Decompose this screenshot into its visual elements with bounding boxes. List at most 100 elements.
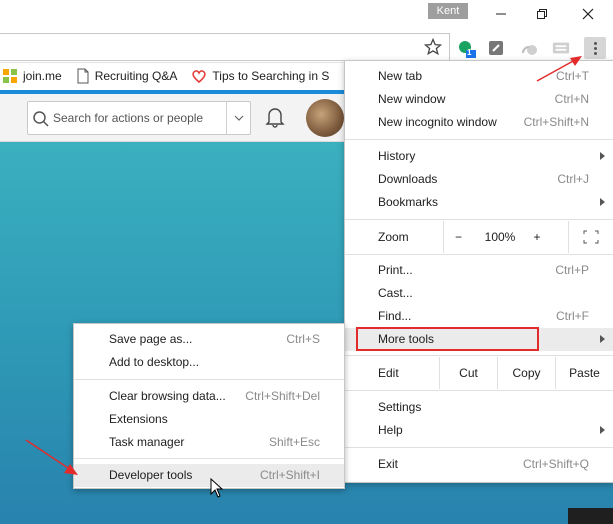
menu-label: Bookmarks — [378, 195, 439, 209]
menu-label: History — [378, 149, 416, 163]
taskbar-corner — [568, 508, 613, 524]
copy-button[interactable]: Copy — [497, 357, 555, 389]
bookmark-star-icon[interactable] — [424, 38, 442, 56]
bell-icon[interactable] — [265, 106, 285, 128]
minimize-icon — [496, 13, 506, 15]
menu-separator — [345, 355, 613, 356]
bookmark-recruiting[interactable]: Recruiting Q&A — [76, 68, 178, 84]
menu-history[interactable]: History — [345, 145, 613, 168]
zoom-out-button[interactable]: − — [443, 221, 473, 253]
submenu-arrow-icon — [600, 198, 605, 206]
extension-green-dot[interactable]: 1 — [457, 39, 476, 58]
menu-shortcut: Ctrl+F — [556, 309, 589, 323]
menu-separator — [345, 390, 613, 391]
submenu-arrow-icon — [600, 152, 605, 160]
menu-label: Save page as... — [109, 332, 193, 346]
menu-exit[interactable]: Exit Ctrl+Shift+Q — [345, 453, 613, 476]
menu-shortcut: Ctrl+S — [286, 332, 320, 346]
menu-label: Settings — [378, 400, 422, 414]
menu-shortcut: Ctrl+Shift+Del — [245, 389, 320, 403]
kebab-dot — [593, 51, 597, 55]
page-header: Search for actions or people — [0, 94, 345, 142]
restore-icon — [537, 9, 547, 19]
close-window-button[interactable] — [565, 2, 611, 26]
submenu-extensions[interactable]: Extensions — [74, 408, 344, 431]
menu-label: Edit — [378, 366, 399, 380]
bookmark-tips[interactable]: Tips to Searching in S — [191, 68, 329, 84]
bookmark-label: Tips to Searching in S — [212, 69, 330, 83]
fullscreen-button[interactable] — [568, 221, 613, 253]
search-icon — [33, 111, 49, 127]
submenu-arrow-icon — [600, 335, 605, 343]
menu-shortcut: Ctrl+J — [557, 172, 589, 186]
menu-label: Extensions — [109, 412, 168, 426]
menu-separator — [74, 379, 344, 380]
close-icon — [582, 8, 594, 20]
submenu-arrow-icon — [600, 426, 605, 434]
chrome-menu: New tab Ctrl+T New window Ctrl+N New inc… — [344, 60, 613, 483]
omnibox[interactable] — [0, 33, 450, 61]
avatar[interactable] — [306, 99, 344, 137]
menu-separator — [74, 458, 344, 459]
menu-label: Help — [378, 423, 403, 437]
submenu-add-desktop[interactable]: Add to desktop... — [74, 351, 344, 374]
menu-downloads[interactable]: Downloads Ctrl+J — [345, 168, 613, 191]
window-titlebar: Kent — [0, 0, 613, 28]
menu-label: Exit — [378, 457, 399, 471]
kebab-dot — [593, 41, 597, 45]
menu-settings[interactable]: Settings — [345, 396, 613, 419]
menu-print[interactable]: Print... Ctrl+P — [345, 259, 613, 282]
submenu-task-manager[interactable]: Task manager Shift+Esc — [74, 431, 344, 454]
chevron-down-icon — [234, 115, 243, 121]
zoom-in-button[interactable]: + — [527, 221, 547, 253]
profile-name-badge[interactable]: Kent — [428, 3, 468, 19]
menu-help[interactable]: Help — [345, 419, 613, 442]
submenu-clear-data[interactable]: Clear browsing data... Ctrl+Shift+Del — [74, 385, 344, 408]
bookmarks-bar: join.me Recruiting Q&A Tips to Searching… — [0, 64, 345, 88]
menu-label: Developer tools — [109, 468, 193, 482]
search-placeholder: Search for actions or people — [53, 111, 204, 125]
submenu-save-page[interactable]: Save page as... Ctrl+S — [74, 328, 344, 351]
fullscreen-icon — [583, 230, 599, 244]
menu-new-window[interactable]: New window Ctrl+N — [345, 88, 613, 111]
menu-new-incognito[interactable]: New incognito window Ctrl+Shift+N — [345, 111, 613, 134]
menu-label: Zoom — [378, 230, 409, 244]
toolbar: 1 — [0, 33, 613, 63]
menu-shortcut: Shift+Esc — [268, 435, 320, 449]
submenu-developer-tools[interactable]: Developer tools Ctrl+Shift+I — [74, 464, 344, 487]
menu-shortcut: Ctrl+Shift+N — [523, 115, 589, 129]
mouse-cursor-icon — [210, 478, 224, 498]
menu-separator — [345, 219, 613, 220]
menu-bookmarks[interactable]: Bookmarks — [345, 191, 613, 214]
restore-button[interactable] — [519, 2, 565, 26]
search-dropdown[interactable] — [226, 102, 250, 134]
extension-badge: 1 — [467, 48, 472, 57]
chrome-menu-button[interactable] — [584, 37, 606, 59]
menu-separator — [345, 254, 613, 255]
menu-label: Cast... — [378, 286, 413, 300]
menu-zoom-row: Zoom − 100% + — [345, 221, 613, 253]
menu-label: Print... — [378, 263, 413, 277]
extension-grey-icon[interactable] — [487, 39, 505, 57]
menu-cast[interactable]: Cast... — [345, 282, 613, 305]
join-me-icon — [3, 69, 17, 83]
menu-shortcut: Ctrl+Shift+I — [259, 468, 320, 482]
bookmark-label: Recruiting Q&A — [94, 69, 178, 83]
menu-separator — [345, 139, 613, 140]
menu-shortcut: Ctrl+Shift+Q — [522, 457, 589, 471]
menu-find[interactable]: Find... Ctrl+F — [345, 305, 613, 328]
bookmark-joinme[interactable]: join.me — [2, 68, 62, 84]
menu-label: New window — [378, 92, 446, 106]
more-tools-submenu: Save page as... Ctrl+S Add to desktop...… — [73, 323, 345, 489]
menu-shortcut: Ctrl+P — [555, 263, 589, 277]
paste-button[interactable]: Paste — [555, 357, 613, 389]
menu-edit-row: Edit Cut Copy Paste — [345, 357, 613, 389]
menu-label: New tab — [378, 69, 423, 83]
menu-label: Task manager — [109, 435, 185, 449]
cut-button[interactable]: Cut — [439, 357, 497, 389]
search-input[interactable]: Search for actions or people — [27, 101, 251, 135]
menu-label: Add to desktop... — [109, 355, 200, 369]
menu-label: Find... — [378, 309, 412, 323]
minimize-button[interactable] — [478, 2, 524, 26]
heart-icon — [192, 70, 207, 83]
